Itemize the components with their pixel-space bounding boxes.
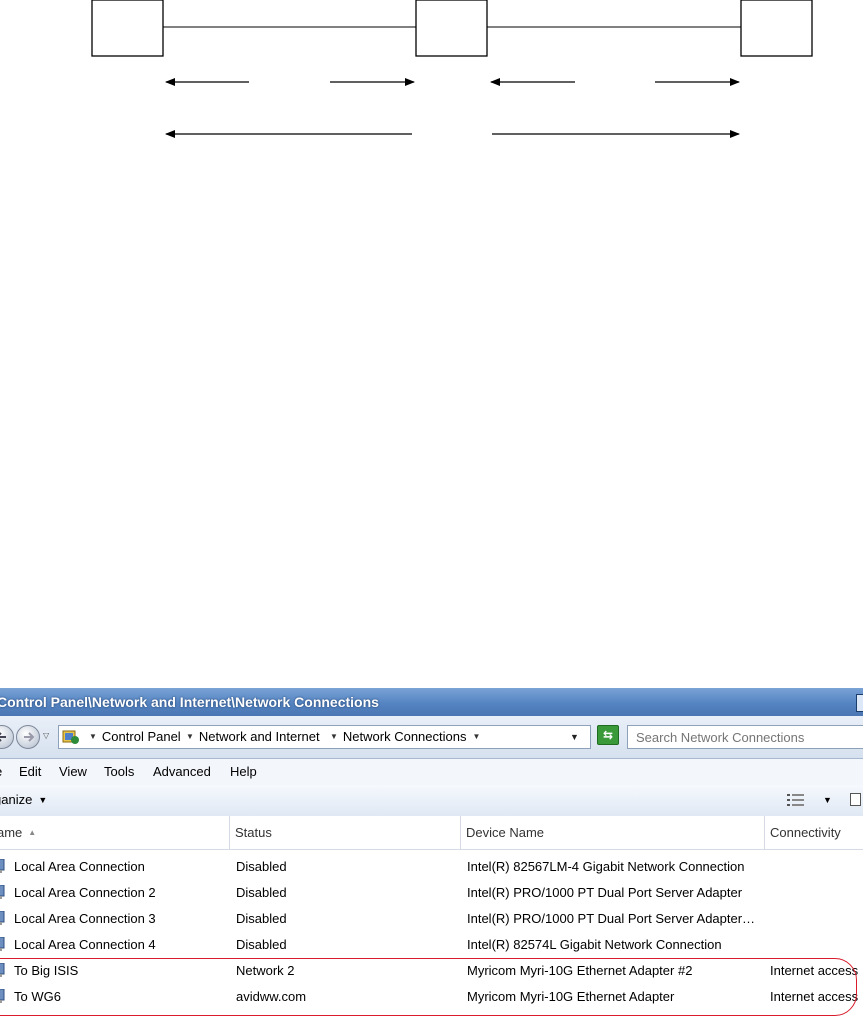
column-header-status[interactable]: Status [230,816,461,849]
address-box[interactable]: ▼ Control Panel ▼ Network and Internet ▼ Ne… [58,725,591,749]
column-headers: ame ▲ Status Device Name Connectivity [0,816,863,850]
menu-edit[interactable]: Edit [19,759,41,785]
back-button[interactable] [0,725,14,749]
menu-bar: e Edit View Tools Advanced Help [0,759,863,785]
chevron-down-icon: ▼ [89,732,97,741]
network-topology-diagram [91,0,813,138]
sort-ascending-icon: ▲ [28,828,37,837]
table-row[interactable]: Local Area Connection Disabled Intel(R) 82… [0,854,863,880]
breadcrumb-network-and-internet[interactable]: ▼ Network and Internet [186,726,320,748]
refresh-button[interactable]: ⇆ [597,725,619,745]
preview-pane-icon[interactable] [850,793,861,806]
connection-device: Intel(R) PRO/1000 PT Dual Port Server Ad… [467,885,743,900]
column-header-name[interactable]: ame ▲ [0,816,230,849]
diagram-node-left [91,0,164,57]
connection-device: Intel(R) 82567LM-4 Gigabit Network Conne… [467,859,745,874]
connection-name: Local Area Connection 3 [14,911,156,926]
address-toolbar: ▽ ▼ Control Panel ▼ Network and Internet ▼… [0,716,863,759]
connection-name: Local Area Connection [14,859,145,874]
diagram-node-right [740,0,813,57]
diagram-node-middle [415,0,488,57]
connection-status: Disabled [236,911,287,926]
chevron-down-icon: ▼ [186,732,194,741]
network-adapter-icon [0,937,5,951]
menu-tools[interactable]: Tools [104,759,134,785]
menu-file-edge[interactable]: e [0,759,2,785]
connection-name: Local Area Connection 4 [14,937,156,952]
table-row[interactable]: Local Area Connection 4 Disabled Intel(R) … [0,932,863,958]
organize-button[interactable]: ganize▼ [0,785,47,815]
menu-help[interactable]: Help [230,759,257,785]
column-header-connectivity[interactable]: Connectivity [765,816,863,849]
table-row[interactable]: Local Area Connection 2 Disabled Intel(R) … [0,880,863,906]
search-input[interactable] [627,725,863,749]
chevron-down-icon: ▼ [472,732,481,741]
control-panel-icon [62,730,79,744]
menu-view[interactable]: View [59,759,87,785]
menu-advanced[interactable]: Advanced [153,759,211,785]
forward-arrow-icon [24,732,35,742]
breadcrumb-control-panel[interactable]: ▼ Control Panel [89,726,181,748]
views-dropdown-icon[interactable]: ▼ [823,785,832,815]
window-control-edge[interactable] [856,694,863,712]
views-icon[interactable] [786,792,808,808]
table-row[interactable]: Local Area Connection 3 Disabled Intel(R) … [0,906,863,932]
network-adapter-icon [0,885,5,899]
address-dropdown-icon[interactable]: ▼ [570,726,579,748]
connection-status: Disabled [236,859,287,874]
command-bar: ganize▼ ▼ [0,785,863,817]
connection-device: Intel(R) PRO/1000 PT Dual Port Server Ad… [467,911,756,926]
window-title: Control Panel\Network and Internet\Netwo… [0,694,379,710]
history-dropdown-icon[interactable]: ▽ [43,731,51,741]
highlight-annotation [0,958,857,1016]
connection-device: Intel(R) 82574L Gigabit Network Connecti… [467,937,722,952]
title-bar[interactable]: Control Panel\Network and Internet\Netwo… [0,688,863,716]
connection-status: Disabled [236,885,287,900]
chevron-down-icon: ▼ [330,732,338,741]
column-header-device-name[interactable]: Device Name [461,816,765,849]
breadcrumb-network-connections[interactable]: ▼ Network Connections ▼ [330,726,485,748]
forward-button[interactable] [16,725,40,749]
network-adapter-icon [0,911,5,925]
network-adapter-icon [0,859,5,873]
back-arrow-icon [0,732,6,742]
chevron-down-icon: ▼ [38,795,48,805]
connection-name: Local Area Connection 2 [14,885,156,900]
refresh-icon: ⇆ [602,728,614,742]
network-connections-window: Control Panel\Network and Internet\Netwo… [0,688,863,1026]
connection-status: Disabled [236,937,287,952]
